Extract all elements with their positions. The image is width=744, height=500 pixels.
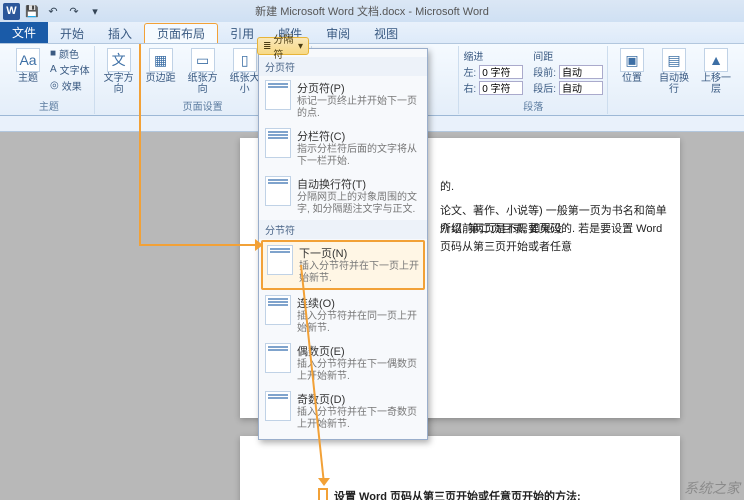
item-continuous[interactable]: 连续(O)插入分节符并在同一页上开始新节.: [259, 291, 427, 339]
continuous-icon: [265, 295, 291, 325]
even-page-icon: [265, 343, 291, 373]
indent-right-label: 右:: [463, 80, 476, 95]
tab-home[interactable]: 开始: [48, 23, 96, 43]
arrow-head-2: [318, 478, 330, 486]
ribbon-tabs: 文件 开始 插入 页面布局 引用 邮件 审阅 视图: [0, 22, 744, 44]
cursor-highlight: [318, 488, 328, 500]
section-page-breaks: 分页符: [259, 57, 427, 76]
theme-effects[interactable]: ◎ 效果: [50, 78, 90, 93]
group-label-paragraph: 段落: [523, 98, 543, 114]
space-after-label: 段后:: [533, 80, 556, 95]
item-page-break[interactable]: 分页符(P)标记一页终止并开始下一页的点.: [259, 76, 427, 124]
chevron-down-icon: ▾: [298, 41, 303, 52]
item-even-page[interactable]: 偶数页(E)插入分节符并在下一偶数页上开始新节.: [259, 339, 427, 387]
section-section-breaks: 分节符: [259, 220, 427, 239]
group-label-themes: 主题: [39, 98, 59, 114]
group-paragraph: 缩进 左: 右: 间距 段前: 段后: 段落: [459, 46, 608, 114]
theme-fonts[interactable]: A 文字体: [50, 62, 90, 77]
breaks-icon: ≣: [263, 41, 271, 52]
forward-icon: ▲: [704, 48, 728, 72]
watermark: 系统之家: [684, 478, 740, 498]
margins-button[interactable]: ▦页边距: [141, 46, 181, 86]
heading-text: 设置 Word 页码从第三页开始或任意页开始的方法:: [334, 488, 581, 500]
theme-colors[interactable]: ■ 颜色: [50, 46, 90, 61]
wrap-text-button[interactable]: ▤自动换行: [654, 46, 694, 97]
item-column-break[interactable]: 分栏符(C)指示分栏符后面的文字将从下一栏开始.: [259, 124, 427, 172]
position-button[interactable]: ▣位置: [612, 46, 652, 86]
item-next-page[interactable]: 下一页(N)插入分节符并在下一页上开始新节.: [261, 240, 425, 290]
save-icon[interactable]: 💾: [23, 2, 41, 20]
position-icon: ▣: [620, 48, 644, 72]
text-direction-icon: 文: [107, 48, 131, 72]
title-bar: W 💾 ↶ ↷ ▾ 新建 Microsoft Word 文档.docx - Mi…: [0, 0, 744, 22]
arrow-head-1: [255, 239, 263, 251]
undo-icon[interactable]: ↶: [44, 2, 62, 20]
file-tab[interactable]: 文件: [0, 21, 48, 43]
spacing-heading: 间距: [533, 48, 603, 63]
themes-button[interactable]: Aa主题: [8, 46, 48, 86]
space-after-input[interactable]: [559, 81, 603, 95]
space-before-label: 段前:: [533, 64, 556, 79]
themes-icon: Aa: [16, 48, 40, 72]
next-page-icon: [267, 245, 293, 275]
page-2[interactable]: 设置 Word 页码从第三页开始或任意页开始的方法: 1、将鼠标放到"第二页"的…: [240, 436, 680, 500]
group-label-page-setup: 页面设置: [183, 98, 223, 114]
size-icon: ▯: [233, 48, 257, 72]
text-direction-button[interactable]: 文文字方向: [99, 46, 139, 97]
tab-review[interactable]: 审阅: [314, 23, 362, 43]
qat-customize-icon[interactable]: ▾: [86, 2, 104, 20]
indent-left-label: 左:: [463, 64, 476, 79]
margins-icon: ▦: [149, 48, 173, 72]
wrap-icon: ▤: [662, 48, 686, 72]
body-text-frag3: 所以前两页是不需要页码的. 若是要设置 Word 页码从第三页开始或者任意: [440, 220, 668, 256]
indent-heading: 缩进: [463, 48, 523, 63]
redo-icon[interactable]: ↷: [65, 2, 83, 20]
group-arrange: ▣位置 ▤自动换行 ▲上移一层: [608, 46, 740, 114]
breaks-dropdown: ≣分隔符▾ 分页符 分页符(P)标记一页终止并开始下一页的点. 分栏符(C)指示…: [258, 48, 428, 440]
page-break-icon: [265, 80, 291, 110]
column-break-icon: [265, 128, 291, 158]
annotation-arrow-1b: [139, 244, 257, 246]
indent-right-input[interactable]: [479, 81, 523, 95]
word-app-icon[interactable]: W: [3, 3, 20, 20]
bring-forward-button[interactable]: ▲上移一层: [696, 46, 736, 97]
annotation-arrow-1: [139, 44, 141, 244]
tab-page-layout[interactable]: 页面布局: [144, 23, 218, 43]
item-text-wrap[interactable]: 自动换行符(T)分隔网页上的对象周围的文字, 如分隔题注文字与正文.: [259, 172, 427, 220]
tab-insert[interactable]: 插入: [96, 23, 144, 43]
odd-page-icon: [265, 391, 291, 421]
breaks-button[interactable]: ≣分隔符▾: [257, 37, 309, 55]
space-before-input[interactable]: [559, 65, 603, 79]
quick-access-toolbar: W 💾 ↶ ↷ ▾: [0, 2, 104, 20]
body-text-frag1: 的.: [440, 178, 454, 196]
text-wrap-icon: [265, 176, 291, 206]
tab-view[interactable]: 视图: [362, 23, 410, 43]
group-themes: Aa主题 ■ 颜色 A 文字体 ◎ 效果 主题: [4, 46, 95, 114]
item-odd-page[interactable]: 奇数页(D)插入分节符并在下一奇数页上开始新节.: [259, 387, 427, 435]
orientation-icon: ▭: [191, 48, 215, 72]
orientation-button[interactable]: ▭纸张方向: [183, 46, 223, 97]
window-title: 新建 Microsoft Word 文档.docx - Microsoft Wo…: [255, 3, 489, 19]
indent-left-input[interactable]: [479, 65, 523, 79]
